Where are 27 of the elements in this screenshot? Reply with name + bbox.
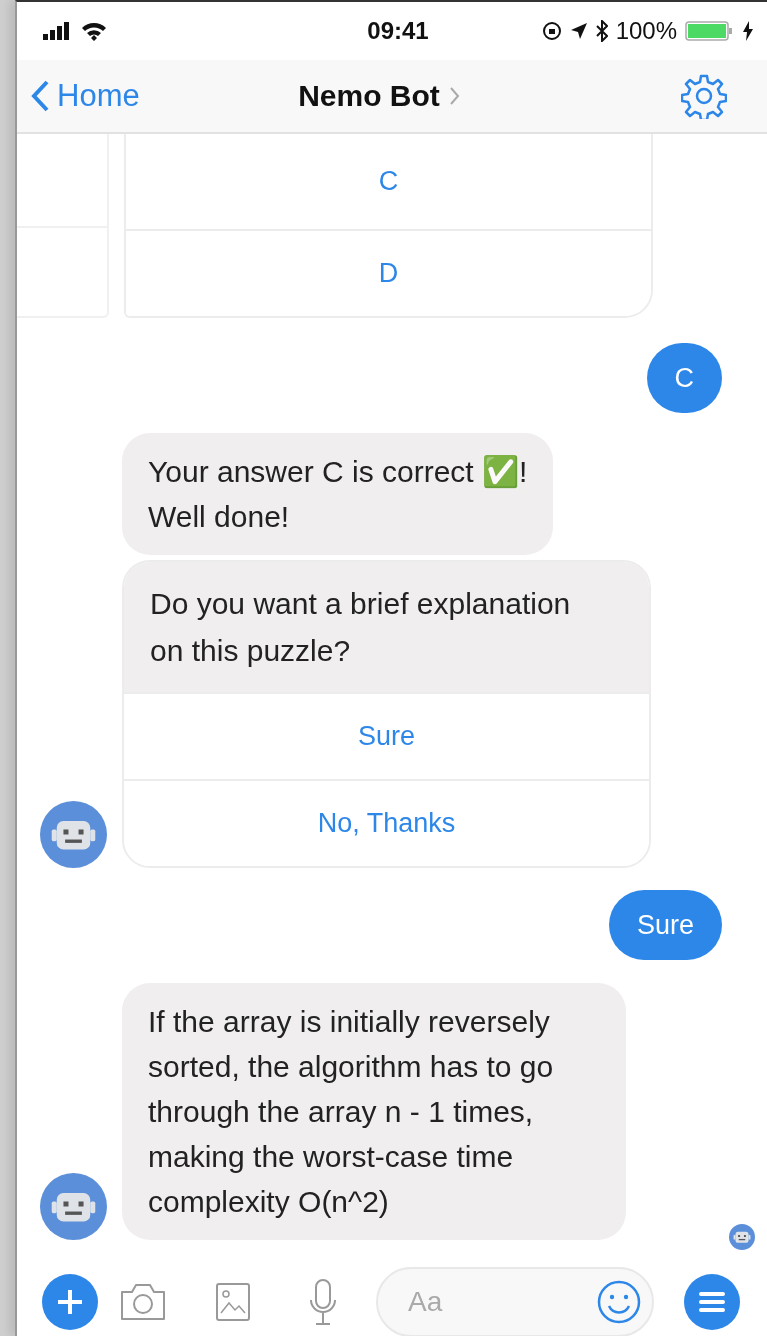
back-chevron-icon [31, 80, 49, 112]
menu-icon[interactable] [684, 1274, 740, 1330]
read-receipt-avatar [729, 1224, 755, 1250]
battery-icon [685, 20, 735, 42]
image-icon[interactable] [215, 1282, 251, 1322]
chevron-right-icon [449, 87, 460, 105]
status-time: 09:41 [367, 17, 429, 45]
quick-reply-button[interactable]: No, Thanks [124, 779, 649, 866]
add-icon[interactable] [42, 1274, 98, 1330]
sent-message: C [646, 343, 722, 413]
microphone-icon[interactable] [308, 1278, 338, 1326]
bluetooth-icon [595, 20, 608, 42]
settings-icon[interactable] [681, 73, 727, 119]
wifi-icon [81, 21, 107, 41]
chat-title[interactable]: Nemo Bot [298, 79, 440, 113]
bot-message: If the array is initially reversely sorted, the algorithm has to go through the array n - 1 times, making the worst-case time complexity O(n^2) [122, 983, 626, 1240]
charging-icon [743, 21, 753, 41]
emoji-icon[interactable] [596, 1279, 642, 1325]
message-input[interactable]: Aa [376, 1267, 654, 1336]
option-button[interactable]: D [126, 229, 651, 316]
back-button[interactable]: Home [31, 78, 299, 114]
bot-message: Your answer C is correct ✅! Well done! [122, 433, 554, 555]
location-icon [569, 22, 588, 40]
sent-message: Sure [608, 890, 722, 960]
battery-percentage: 100% [615, 17, 677, 45]
camera-icon[interactable] [119, 1282, 167, 1322]
bot-message: Do you want a brief explanation on this puzzle? [124, 562, 649, 692]
